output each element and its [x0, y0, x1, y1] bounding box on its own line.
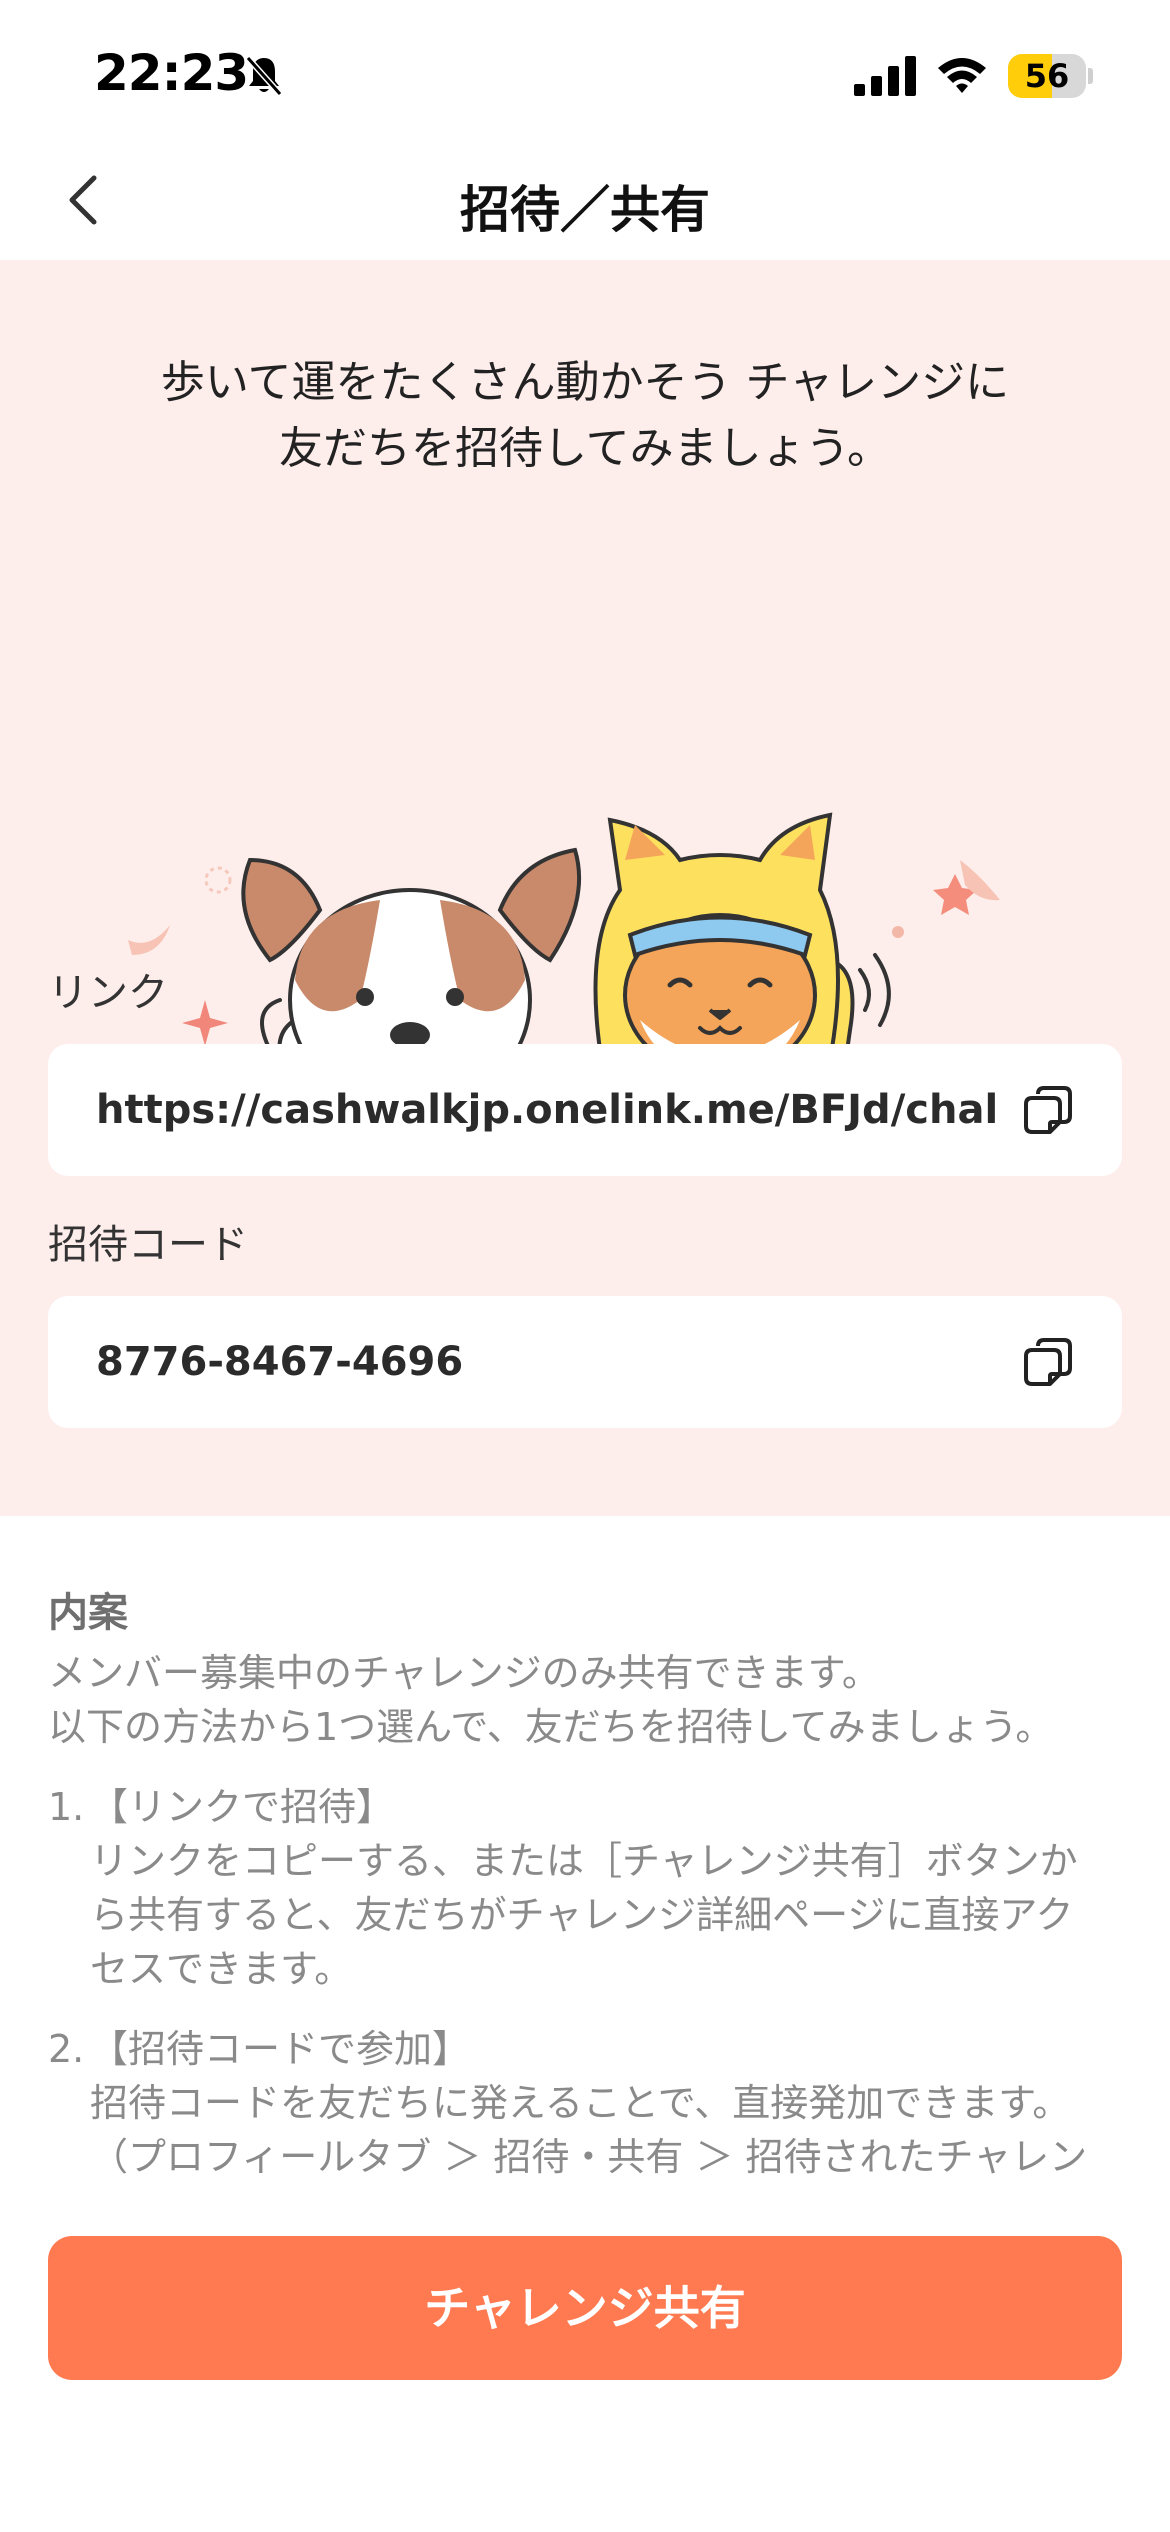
info-item-title: 【リンクで招待】: [90, 1785, 395, 1829]
info-text: 以下の方法から1つ選んで、友だちを招待してみましょう。: [48, 1705, 1054, 1749]
info-item-number: 1.: [48, 1785, 85, 1829]
invite-code-field[interactable]: 8776-8467-4696: [48, 1296, 1122, 1428]
info-section: 内案 メンバー募集中のチャレンジのみ共有できます。 以下の方法から1つ選んで、友…: [48, 1586, 1122, 2186]
invite-hero-section: 歩いて運をたくさん動かそう チャレンジに 友だちを招待してみましょう。 リンク …: [0, 260, 1170, 1516]
share-challenge-button[interactable]: チャレンジ共有: [48, 2236, 1122, 2380]
invite-code-label: 招待コード: [48, 1222, 248, 1268]
info-text: ら共有すると、友だちがチャレンジ詳細ページに直接アク: [90, 1893, 1074, 1937]
info-text: セスできます。: [90, 1947, 353, 1991]
battery-level: 56: [1024, 57, 1070, 95]
info-text: 招待コードを友だちに発えることで、直接発加できます。: [90, 2081, 1071, 2125]
info-item-link: 1. 【リンクで招待】 リンクをコピーする、または［チャレンジ共有］ボタンか ら…: [48, 1780, 1122, 1996]
info-text: リンクをコピーする、または［チャレンジ共有］ボタンか: [90, 1839, 1078, 1883]
bell-slash-icon: [245, 56, 283, 96]
battery-indicator: 56: [1008, 54, 1093, 98]
hero-message-line: 友だちを招待してみましょう。: [278, 423, 892, 474]
info-text: メンバー募集中のチャレンジのみ共有できます。: [48, 1651, 880, 1695]
link-field[interactable]: https://cashwalkjp.onelink.me/BFJd/chall…: [48, 1044, 1122, 1176]
invite-code-value: 8776-8467-4696: [96, 1339, 464, 1385]
cellular-signal-icon: [854, 56, 916, 96]
wifi-icon: [938, 58, 986, 93]
copy-icon[interactable]: [1020, 1082, 1076, 1138]
hero-message: 歩いて運をたくさん動かそう チャレンジに 友だちを招待してみましょう。: [80, 350, 1090, 482]
copy-icon[interactable]: [1020, 1334, 1076, 1390]
invite-link-value: https://cashwalkjp.onelink.me/BFJd/chall…: [96, 1087, 996, 1133]
info-title: 内案: [48, 1590, 128, 1636]
status-bar: 22:23 56: [0, 0, 1170, 140]
info-intro: メンバー募集中のチャレンジのみ共有できます。 以下の方法から1つ選んで、友だちを…: [48, 1646, 1122, 1754]
info-item-code: 2. 【招待コードで参加】 招待コードを友だちに発えることで、直接発加できます。…: [48, 2022, 1122, 2184]
info-item-title: 【招待コードで参加】: [90, 2027, 471, 2071]
hero-message-line: 歩いて運をたくさん動かそう チャレンジに: [160, 357, 1010, 408]
page-title: 招待／共有: [460, 181, 710, 239]
info-item-number: 2.: [48, 2027, 85, 2071]
nav-bar: 招待／共有: [0, 140, 1170, 260]
status-time: 22:23: [94, 44, 249, 102]
info-text: （プロフィールタブ ＞ 招待・共有 ＞ 招待されたチャレン: [90, 2135, 1088, 2179]
link-label: リンク: [48, 970, 168, 1016]
